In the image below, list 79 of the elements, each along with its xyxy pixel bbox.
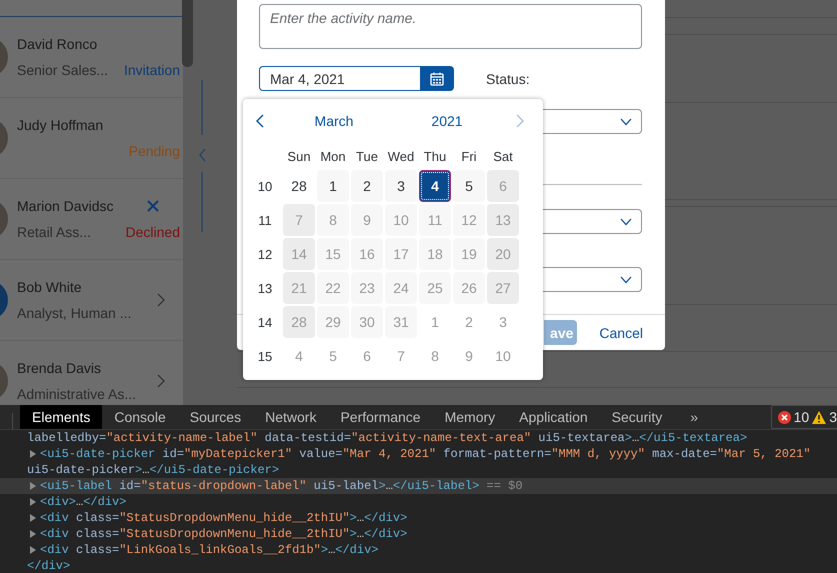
warning-icon (812, 410, 826, 424)
contact-title: Analyst, Human ... (17, 305, 132, 321)
weekday-label: Tue (355, 148, 379, 166)
contact-name: David Ronco (17, 36, 98, 52)
devtools-tab[interactable]: Memory (432, 405, 508, 429)
more-tabs-button[interactable]: » (678, 405, 710, 429)
devtools-tab[interactable]: Sources (178, 405, 254, 429)
expand-triangle-icon[interactable] (29, 514, 37, 522)
expand-triangle-icon[interactable] (29, 482, 37, 490)
chevron-right-icon (157, 293, 165, 307)
contact-title: Administrative As... (17, 386, 138, 402)
year-button[interactable]: 2021 (427, 108, 467, 134)
code-line[interactable]: </div> (0, 558, 837, 573)
week-number: 12 (256, 246, 274, 264)
dropdown-field[interactable] (543, 109, 642, 134)
cancel-button[interactable]: Cancel (591, 320, 651, 345)
chevron-down-icon (620, 118, 632, 126)
code-line[interactable]: labelledby="activity-name-label" data-testid="activity-name-text-area" ui5-textarea>…</ui5-textarea> (0, 430, 837, 446)
expand-triangle-icon[interactable] (29, 530, 37, 538)
weekday-label: Fri (460, 148, 478, 166)
devtools-tab[interactable]: Network (253, 405, 328, 429)
close-icon[interactable] (146, 200, 159, 212)
issue-counter[interactable]: 10 3 (770, 405, 837, 429)
status-text: Declined (126, 224, 180, 240)
weekday-label: Sat (492, 148, 514, 166)
contact-name: Brenda Davis (17, 360, 102, 376)
calendar-day[interactable]: 3 (385, 170, 417, 202)
error-icon (778, 410, 791, 424)
dropdown-field[interactable] (543, 209, 642, 234)
code-line[interactable]: <div>…</div> (40, 494, 837, 510)
calendar-day[interactable]: 4 (419, 170, 451, 202)
month-button[interactable]: March (310, 108, 358, 134)
status-text: Pending (128, 143, 180, 159)
status-label: Status: (486, 70, 530, 86)
devtools-tab[interactable]: Elements (20, 405, 102, 429)
devtools-tab[interactable]: Application (507, 405, 600, 429)
devtools-tab[interactable]: Performance (328, 405, 433, 429)
date-field[interactable]: Mar 4, 2021 (259, 66, 420, 91)
status-text: Invitation (124, 62, 180, 78)
chevron-left-icon (256, 114, 264, 128)
contact-name: Marion Davidsc (17, 198, 114, 214)
code-line[interactable]: <div class="StatusDropdownMenu_hide__2thIU">…</div> (40, 526, 837, 542)
code-line[interactable]: <div class="LinkGoals_linkGoals__2fd1b">…</div> (40, 542, 837, 558)
code-line[interactable]: <ui5-date-picker id="myDatepicker1" value="Mar 4, 2021" format-pattern="MMM d, yyyy" max-date="Mar 5, 2021" (40, 446, 837, 462)
week-number: 11 (257, 212, 273, 230)
error-count: 10 (794, 409, 810, 425)
devtools-tab[interactable]: Console (102, 405, 178, 429)
expand-triangle-icon[interactable] (29, 498, 37, 506)
calendar-day[interactable]: 5 (453, 170, 485, 202)
week-number: 15 (256, 348, 274, 366)
chevron-right-icon (157, 374, 165, 388)
calendar-icon (430, 72, 444, 86)
chevron-down-icon (620, 218, 632, 226)
scrollbar-thumb[interactable] (182, 0, 193, 67)
devtools-tab[interactable]: Security (600, 405, 674, 429)
weekday-label: Wed (386, 148, 416, 166)
calendar-day[interactable]: 28 (283, 170, 315, 202)
weekday-label: Sun (286, 148, 312, 166)
code-line[interactable]: <div class="StatusDropdownMenu_hide__2thIU">…</div> (40, 510, 837, 526)
activity-name-field[interactable]: Enter the activity name. (259, 4, 642, 49)
contact-name: Bob White (17, 279, 83, 295)
code-line[interactable]: ui5-date-picker>…</ui5-date-picker> (0, 462, 837, 478)
calendar-day[interactable]: 2 (351, 170, 383, 202)
chevron-right-icon (516, 114, 524, 128)
weekday-label: Thu (422, 148, 448, 166)
calendar-day[interactable]: 1 (317, 170, 349, 202)
warning-count: 3 (829, 409, 837, 425)
chevron-down-icon (620, 276, 632, 284)
contact-title: Senior Sales... (17, 62, 110, 78)
dropdown-field[interactable] (543, 267, 642, 292)
weekday-label: Mon (319, 148, 347, 166)
contact-name: Judy Hoffman (17, 117, 104, 133)
expand-triangle-icon[interactable] (29, 450, 37, 458)
week-number: 13 (256, 280, 274, 298)
calendar-button[interactable] (420, 66, 454, 91)
expand-triangle-icon[interactable] (29, 546, 37, 554)
week-number: 10 (256, 178, 274, 196)
contact-title: Retail Ass... (17, 224, 92, 240)
week-number: 14 (256, 314, 274, 332)
